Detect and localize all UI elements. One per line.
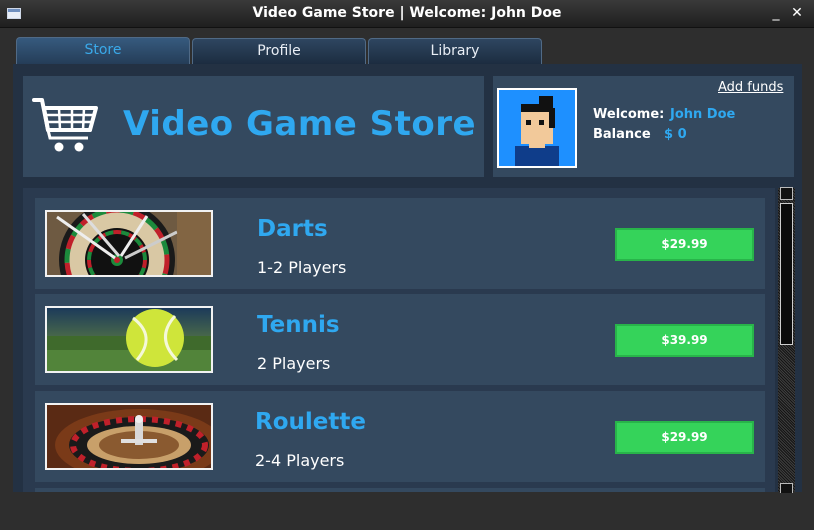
user-name: John Doe [670, 107, 736, 122]
balance-label: Balance [593, 127, 651, 142]
tab-library[interactable]: Library [368, 38, 542, 64]
shopping-cart-icon [32, 98, 98, 152]
minimize-button[interactable]: _ [767, 3, 785, 23]
game-name: Darts [257, 216, 328, 242]
game-list[interactable]: Darts 1-2 Players $29.99 Tennis 2 Player… [23, 188, 775, 492]
game-card-roulette[interactable]: Roulette 2-4 Players $29.99 [35, 391, 765, 482]
game-card-partial [35, 488, 765, 492]
tab-store[interactable]: Store [16, 37, 190, 64]
pixel-avatar-icon [499, 90, 575, 166]
balance-value: $ 0 [664, 127, 687, 142]
add-funds-link[interactable]: Add funds [718, 80, 783, 95]
welcome-label: Welcome: [593, 107, 665, 122]
game-card-tennis[interactable]: Tennis 2 Players $39.99 [35, 294, 765, 385]
title-bar[interactable]: Video Game Store | Welcome: John Doe _ ✕ [0, 0, 814, 28]
buy-tennis-button[interactable]: $39.99 [615, 324, 754, 357]
tab-profile[interactable]: Profile [192, 38, 366, 64]
game-name: Roulette [255, 409, 366, 435]
app-window: Video Game Store | Welcome: John Doe _ ✕… [0, 0, 814, 530]
buy-darts-button[interactable]: $29.99 [615, 228, 754, 261]
tennis-ball-image [47, 308, 211, 371]
scroll-down-button[interactable] [780, 483, 793, 493]
roulette-wheel-image [47, 405, 211, 468]
buy-roulette-button[interactable]: $29.99 [615, 421, 754, 454]
window-title: Video Game Store | Welcome: John Doe [252, 5, 562, 21]
roulette-thumbnail [45, 403, 213, 470]
game-players: 2-4 Players [255, 451, 345, 470]
scroll-up-button[interactable] [780, 187, 793, 200]
store-title: Video Game Store [123, 104, 477, 144]
game-players: 2 Players [257, 354, 331, 373]
tennis-thumbnail [45, 306, 213, 373]
close-button[interactable]: ✕ [788, 3, 806, 23]
dartboard-image [47, 212, 211, 275]
game-players: 1-2 Players [257, 258, 347, 277]
user-avatar[interactable] [497, 88, 577, 168]
scroll-thumb[interactable] [780, 203, 793, 345]
game-card-darts[interactable]: Darts 1-2 Players $29.99 [35, 198, 765, 289]
darts-thumbnail [45, 210, 213, 277]
game-name: Tennis [257, 312, 340, 338]
